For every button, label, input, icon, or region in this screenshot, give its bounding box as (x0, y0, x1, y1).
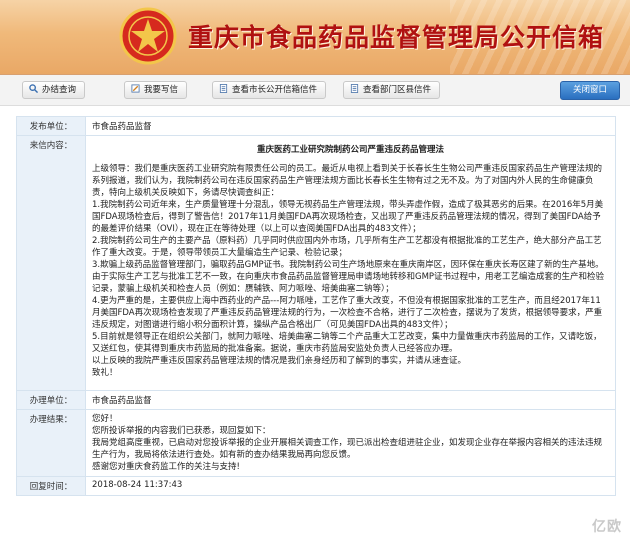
mayor-letters-label: 查看市长公开信箱信件 (232, 85, 318, 95)
letter-paragraph: 上级领导：我们是重庆医药工业研究院有限责任公司的员工。最近从电视上看到关于长春长… (92, 164, 603, 198)
time-value: 2018-08-24 11:37:43 (85, 476, 616, 496)
query-button-label: 办结查询 (42, 85, 77, 95)
result-value: 您好！ 您所投诉举报的内容我们已获悉，现回复如下： 我局党组高度重视，已启动对您… (85, 409, 616, 477)
query-button[interactable]: 办结查询 (22, 81, 86, 99)
department-letters-button[interactable]: 查看部门区县信件 (343, 81, 441, 99)
letter-paragraph: 4.更为严重的是，主要供应上海中西药业的产品---阿力哌唑，工艺作了重大改变，不… (92, 296, 603, 330)
sender-value: 市食品药品监督 (85, 116, 616, 136)
magnifier-icon (29, 84, 38, 93)
reply-line: 您好！ (92, 414, 118, 424)
reply-line: 我局党组高度重视，已启动对您投诉举报的企业开展相关调查工作，现已派出检查组进驻企… (92, 438, 603, 460)
letter-paragraph: 5.目前就是领导正在组织公关部门，就阿力哌唑、培美曲塞二钠等二个产品重大工艺改变… (92, 332, 602, 354)
write-letter-label: 我要写信 (144, 85, 179, 95)
time-label: 回复时间： (16, 476, 86, 496)
close-window-button[interactable]: 关闭窗口 (560, 81, 620, 100)
document-icon (219, 84, 228, 93)
result-row: 办理结果： 您好！ 您所投诉举报的内容我们已获悉，现回复如下： 我局党组高度重视… (16, 409, 616, 477)
letter-paragraph: 1.我院制药公司近年来，生产质量管理十分混乱，领导无视药品生产管理法规，带头弄虚… (92, 200, 604, 234)
reply-line: 您所投诉举报的内容我们已获悉，现回复如下： (92, 426, 271, 436)
content-value: 重庆医药工业研究院制药公司严重违反药品管理法 上级领导：我们是重庆医药工业研究院… (85, 135, 616, 391)
document-icon (350, 84, 359, 93)
handler-value: 市食品药品监督 (85, 390, 616, 410)
emblem-icon (119, 7, 177, 65)
department-letters-label: 查看部门区县信件 (363, 85, 432, 95)
sender-row: 发布单位： 市食品药品监督 (16, 116, 616, 136)
letter-paragraph: 以上反映的我院严重违反国家药品管理法规的情况是我们亲身经历和了解到的事实，并请从… (92, 356, 467, 366)
write-letter-button[interactable]: 我要写信 (124, 81, 188, 99)
content-label: 来信内容： (16, 135, 86, 391)
letter-body: 上级领导：我们是重庆医药工业研究院有限责任公司的员工。最近从电视上看到关于长春长… (92, 163, 609, 379)
time-row: 回复时间： 2018-08-24 11:37:43 (16, 476, 616, 496)
toolbar: 办结查询 我要写信 查看市长公开信箱信件 查看部门区县信件 关闭窗口 (0, 75, 630, 106)
content-row: 来信内容： 重庆医药工业研究院制药公司严重违反药品管理法 上级领导：我们是重庆医… (16, 135, 616, 391)
sender-label: 发布单位： (16, 116, 86, 136)
letter-paragraph: 2.我院制药公司生产的主要产品（原料药）几乎同时供应国内外市场，几乎所有生产工艺… (92, 236, 602, 258)
handler-row: 办理单位： 市食品药品监督 (16, 390, 616, 410)
header-banner: 重庆市食品药品监督管理局公开信箱 (0, 0, 630, 75)
handler-label: 办理单位： (16, 390, 86, 410)
letter-title: 重庆医药工业研究院制药公司严重违反药品管理法 (256, 145, 444, 155)
letter-table: 发布单位： 市食品药品监督 来信内容： 重庆医药工业研究院制药公司严重违反药品管… (16, 116, 616, 496)
letter-paragraph: 3.欺骗上级药品监督管理部门，骗取药品GMP证书。我院制药公司生产场地原来在重庆… (92, 260, 605, 294)
letter-paragraph: 致礼！ (92, 368, 118, 378)
watermark: 亿欧 (592, 519, 622, 535)
result-label: 办理结果： (16, 409, 86, 477)
page-title: 重庆市食品药品监督管理局公开信箱 (188, 23, 605, 52)
mayor-letters-button[interactable]: 查看市长公开信箱信件 (212, 81, 327, 99)
reply-line: 感谢您对重庆食药监工作的关注与支持! (92, 462, 240, 472)
pencil-icon (131, 84, 140, 93)
